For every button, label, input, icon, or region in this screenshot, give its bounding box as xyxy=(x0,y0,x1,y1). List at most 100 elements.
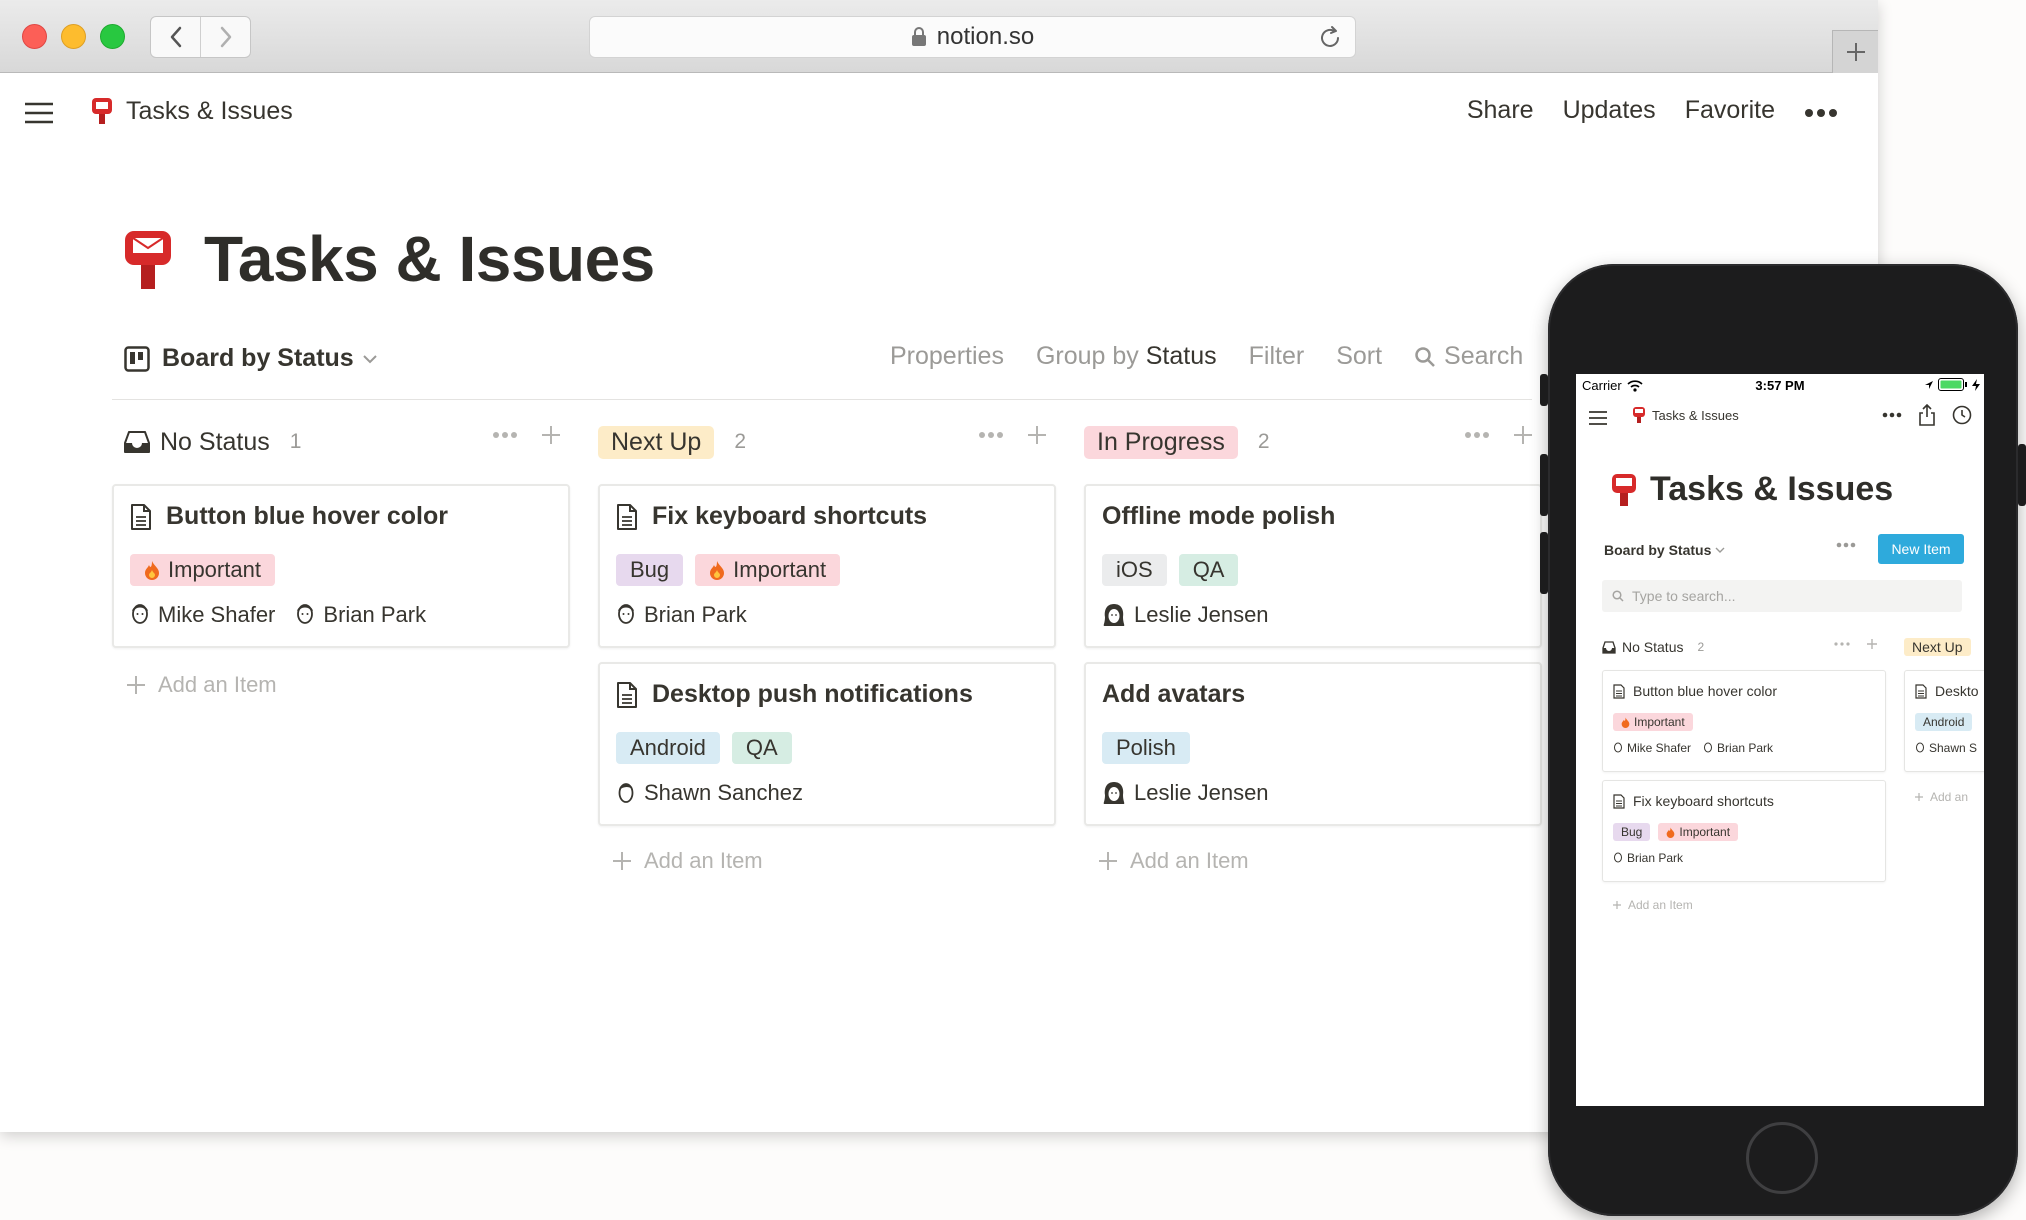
volume-down-button xyxy=(1540,532,1548,594)
page-icon xyxy=(617,503,637,530)
board-card[interactable]: Desktop push notifications Android QA Sh… xyxy=(598,662,1056,826)
properties-button[interactable]: Properties xyxy=(890,342,1004,371)
menu-icon[interactable] xyxy=(1588,410,1608,426)
more-horizontal-icon[interactable] xyxy=(1882,412,1902,418)
plus-icon[interactable] xyxy=(1512,424,1534,446)
lock-icon xyxy=(911,27,927,47)
mobile-view-switcher[interactable]: Board by Status xyxy=(1604,542,1725,558)
mobile-board-card[interactable]: Deskto Android Shawn S xyxy=(1904,670,1984,772)
sort-button[interactable]: Sort xyxy=(1336,342,1382,371)
more-horizontal-icon[interactable] xyxy=(492,431,518,439)
notion-topbar: Tasks & Issues Share Updates Favorite xyxy=(0,74,1878,150)
share-icon[interactable] xyxy=(1918,404,1936,426)
column-header: No Status 1 xyxy=(112,424,572,460)
add-item-button[interactable]: Add an Item xyxy=(1612,898,1693,912)
person-name: Leslie Jensen xyxy=(1134,602,1269,627)
column-header: Next Up 2 xyxy=(598,424,1058,460)
column-header[interactable]: No Status 2 xyxy=(1602,636,1877,658)
tag-label: Important xyxy=(168,557,261,582)
card-title-text: Fix keyboard shortcuts xyxy=(1633,793,1774,809)
card-title: Offline mode polish xyxy=(1102,502,1335,531)
home-button[interactable] xyxy=(1746,1122,1818,1194)
more-horizontal-icon[interactable] xyxy=(1836,542,1856,548)
person-name: Leslie Jensen xyxy=(1134,780,1269,805)
more-options-button[interactable] xyxy=(1804,96,1838,125)
zoom-window-button[interactable] xyxy=(100,24,125,49)
favorite-button[interactable]: Favorite xyxy=(1685,96,1775,125)
mailbox-icon xyxy=(92,98,112,124)
plus-icon[interactable] xyxy=(540,424,562,446)
forward-button[interactable] xyxy=(200,17,250,57)
card-tags: iOS QA xyxy=(1102,554,1239,586)
person-name: Brian Park xyxy=(323,602,427,627)
mailbox-icon xyxy=(1633,407,1645,423)
reload-icon[interactable] xyxy=(1317,25,1343,58)
person-name: Brian Park xyxy=(1627,851,1684,865)
page-icon xyxy=(1915,683,1927,699)
card-people: Brian Park xyxy=(616,602,747,628)
group-by-button[interactable]: Group by Status xyxy=(1036,342,1217,371)
column-ops xyxy=(978,424,1048,446)
board-view-icon xyxy=(124,345,150,372)
sidebar-toggle[interactable] xyxy=(24,102,54,129)
mobile-board-card[interactable]: Fix keyboard shortcuts Bug Important Bri… xyxy=(1602,780,1886,882)
more-horizontal-icon[interactable] xyxy=(1464,431,1490,439)
new-tab-button[interactable] xyxy=(1832,30,1878,73)
plus-icon[interactable] xyxy=(1866,638,1878,650)
filter-button[interactable]: Filter xyxy=(1249,342,1305,371)
mobile-topbar-actions xyxy=(1882,404,1972,426)
person-name: Shawn Sanchez xyxy=(644,780,803,805)
column-label[interactable]: No Status xyxy=(112,428,270,457)
card-title-text: Desktop push notifications xyxy=(652,680,973,708)
person-name: Mike Shafer xyxy=(1627,741,1692,755)
updates-button[interactable]: Updates xyxy=(1563,96,1656,125)
person-chip: Brian Park xyxy=(1703,741,1773,755)
search-button[interactable]: Search xyxy=(1414,342,1523,371)
add-item-button[interactable]: Add an Item xyxy=(126,672,277,698)
back-button[interactable] xyxy=(151,17,200,57)
phone-screen: Carrier 3:57 PM Tasks & Issues Tasks & I… xyxy=(1576,374,1984,1106)
column-count: 2 xyxy=(734,430,746,453)
mobile-page-header: Tasks & Issues xyxy=(1610,470,1893,509)
plus-icon xyxy=(1613,901,1621,909)
plus-icon[interactable] xyxy=(1026,424,1048,446)
tag-label: Important xyxy=(733,557,827,582)
address-bar[interactable]: notion.so xyxy=(589,16,1356,58)
avatar-icon xyxy=(618,604,634,624)
mobile-search-input[interactable]: Type to search... xyxy=(1602,580,1962,612)
mobile-page-title[interactable]: Tasks & Issues xyxy=(1650,470,1893,509)
add-item-button[interactable]: Add an Item xyxy=(612,848,763,874)
minimize-window-button[interactable] xyxy=(61,24,86,49)
column-label[interactable]: Next Up xyxy=(598,425,715,459)
mobile-breadcrumb[interactable]: Tasks & Issues xyxy=(1632,406,1739,424)
add-item-button[interactable]: Add an Item xyxy=(1098,848,1249,874)
card-title: Add avatars xyxy=(1102,680,1245,709)
board-card[interactable]: Add avatars Polish Leslie Jensen xyxy=(1084,662,1542,826)
more-horizontal-icon[interactable] xyxy=(978,431,1004,439)
more-horizontal-icon xyxy=(1805,109,1837,117)
card-title-text: Button blue hover color xyxy=(166,502,448,530)
tag-label: Important xyxy=(1634,715,1685,729)
board-card[interactable]: Offline mode polish iOS QA Leslie Jensen xyxy=(1084,484,1542,648)
column-ops xyxy=(492,424,562,446)
page-title[interactable]: Tasks & Issues xyxy=(204,222,655,296)
column-header[interactable]: Next Up xyxy=(1904,636,1971,658)
clock-icon[interactable] xyxy=(1952,405,1972,425)
page-header: Tasks & Issues xyxy=(122,222,655,296)
person-chip: Brian Park xyxy=(295,602,426,628)
breadcrumb[interactable]: Tasks & Issues xyxy=(90,96,293,126)
plus-icon xyxy=(127,676,145,694)
close-window-button[interactable] xyxy=(22,24,47,49)
board-card[interactable]: Button blue hover color Important Mike S… xyxy=(112,484,570,648)
view-toolbar: Board by Status Properties Group by Stat… xyxy=(112,338,1532,400)
new-item-button[interactable]: New Item xyxy=(1878,534,1964,564)
power-button xyxy=(2018,444,2026,506)
column-label[interactable]: In Progress xyxy=(1084,425,1238,459)
mobile-board-card[interactable]: Button blue hover color Important Mike S… xyxy=(1602,670,1886,772)
board-card[interactable]: Fix keyboard shortcuts Bug Important Bri… xyxy=(598,484,1056,648)
view-switcher[interactable]: Board by Status xyxy=(124,344,378,373)
add-item-button[interactable]: Add an xyxy=(1914,790,1968,804)
status-bar: Carrier 3:57 PM xyxy=(1576,374,1984,396)
share-button[interactable]: Share xyxy=(1467,96,1534,125)
more-horizontal-icon[interactable] xyxy=(1834,642,1850,646)
